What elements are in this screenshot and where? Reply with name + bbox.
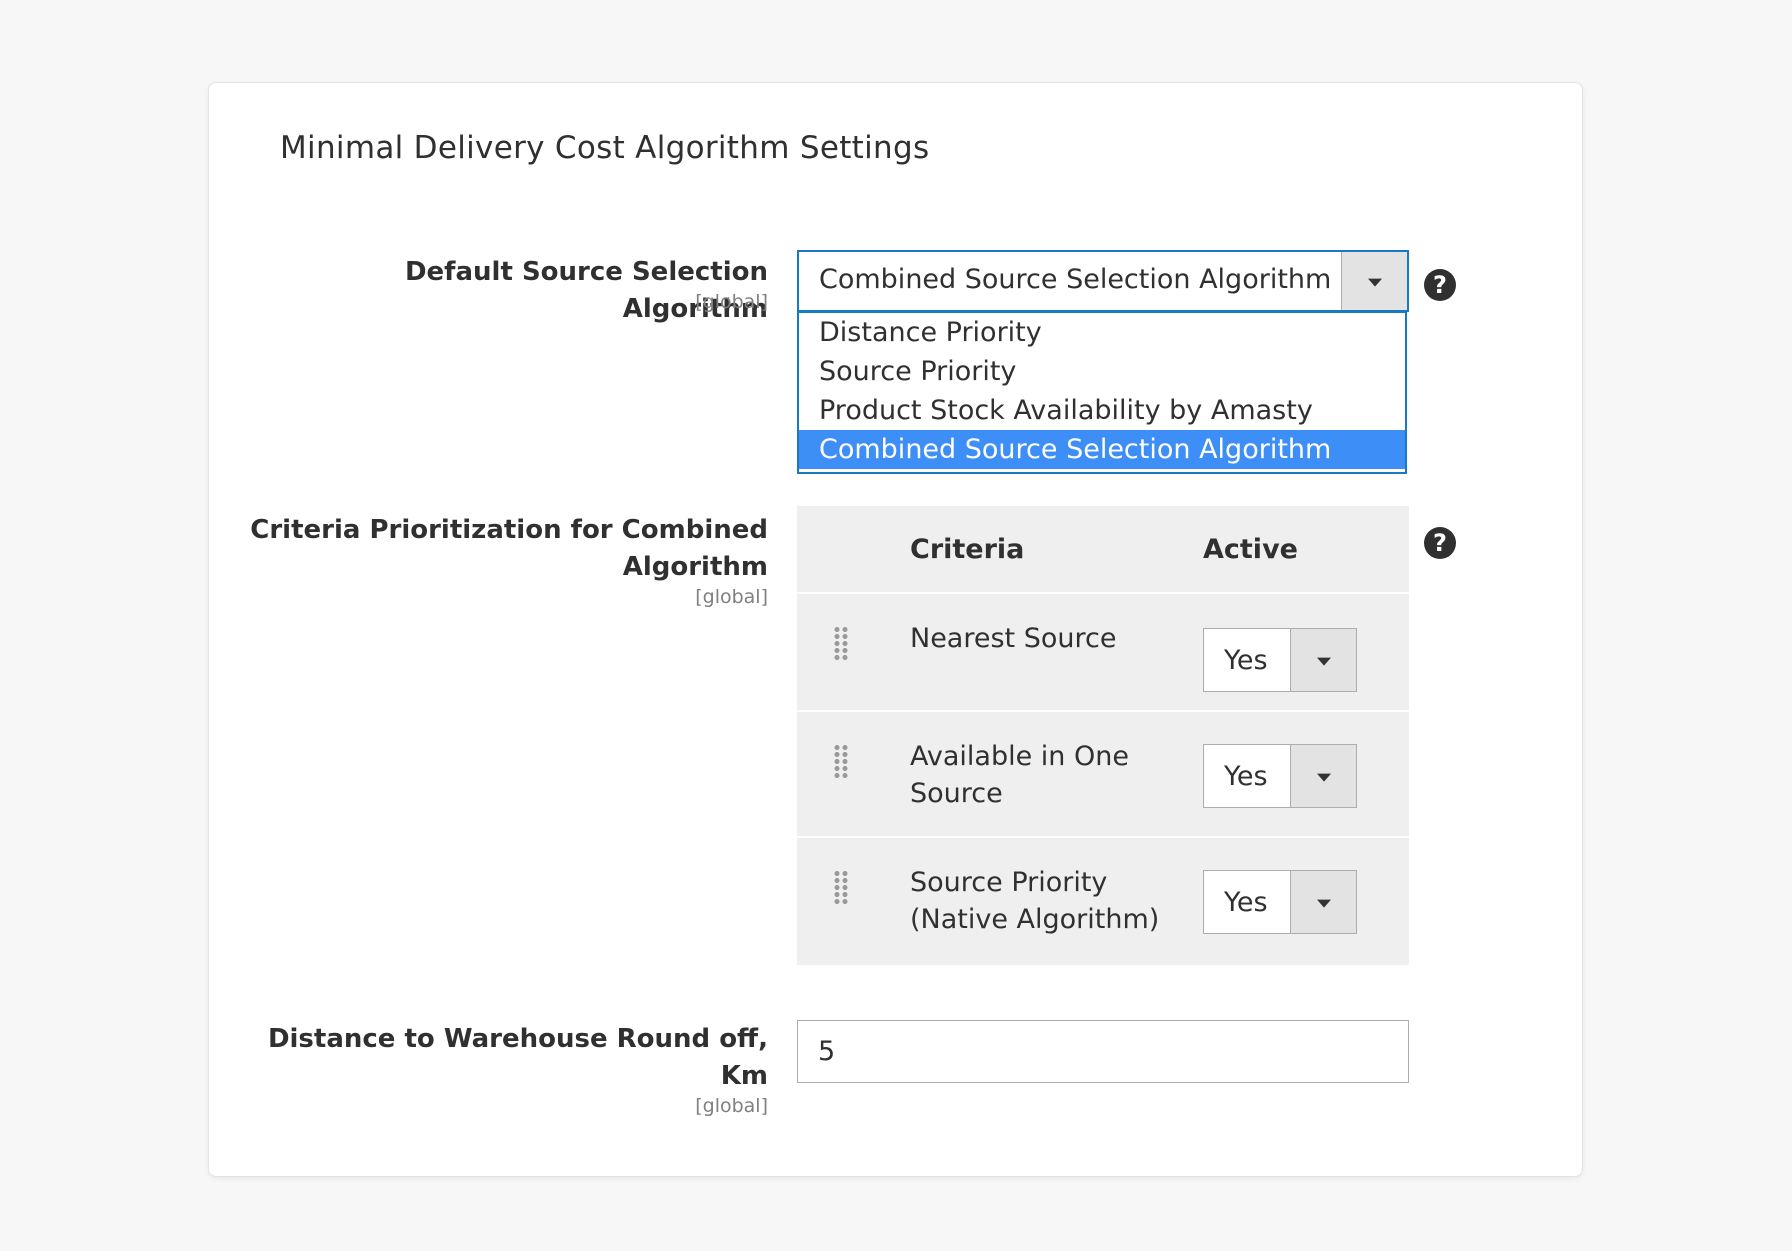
active-select[interactable]: Yes [1203,744,1357,808]
option-distance-priority[interactable]: Distance Priority [799,313,1405,352]
drag-handle-icon[interactable] [833,744,849,780]
active-column-header: Active [1203,534,1298,565]
criteria-name-line2: (Native Algorithm) [910,904,1160,935]
active-select[interactable]: Yes [1203,628,1357,692]
option-combined-algorithm[interactable]: Combined Source Selection Algorithm [799,430,1405,469]
section-title: Minimal Delivery Cost Algorithm Settings [280,130,930,166]
distance-roundoff-input[interactable]: 5 [797,1020,1409,1083]
active-select-button[interactable] [1290,871,1356,933]
distance-scope: [global] [695,1095,768,1117]
active-select-button[interactable] [1290,745,1356,807]
active-select[interactable]: Yes [1203,870,1357,934]
table-row: Available in One Source Yes [797,714,1409,838]
active-select-button[interactable] [1290,629,1356,691]
criteria-label-line2: Algorithm [622,552,768,582]
table-row: Source Priority (Native Algorithm) Yes [797,840,1409,965]
distance-label-line1: Distance to Warehouse Round off, [267,1024,768,1054]
criteria-label-line1: Criteria Prioritization for Combined [250,515,768,545]
default-algorithm-dropdown-button[interactable] [1341,252,1407,310]
distance-roundoff-value: 5 [818,1036,836,1067]
table-row: Nearest Source Yes [797,596,1409,712]
default-algorithm-options-list: Distance Priority Source Priority Produc… [797,312,1407,474]
criteria-name: Available in One Source [910,738,1170,812]
criteria-name: Nearest Source [910,620,1170,657]
question-circle-icon[interactable]: ? [1424,269,1456,301]
default-algorithm-scope: [global] [695,291,768,313]
question-circle-icon[interactable]: ? [1424,527,1456,559]
criteria-name-line1: Nearest Source [910,623,1117,654]
chevron-down-icon [1316,657,1331,666]
option-source-priority[interactable]: Source Priority [799,352,1405,391]
chevron-down-icon [1367,278,1382,287]
criteria-name-line1: Source Priority [910,867,1108,898]
criteria-column-header: Criteria [910,534,1025,565]
chevron-down-icon [1316,899,1331,908]
active-select-value: Yes [1224,761,1268,792]
active-select-value: Yes [1224,887,1268,918]
drag-handle-icon[interactable] [833,626,849,662]
criteria-scope: [global] [695,586,768,608]
active-select-value: Yes [1224,645,1268,676]
chevron-down-icon [1316,773,1331,782]
criteria-name-line1: Available in One [910,741,1129,772]
default-algorithm-selected-value: Combined Source Selection Algorithm [819,264,1332,295]
criteria-table: Criteria Active Nearest Source Yes Avail… [797,506,1409,965]
default-algorithm-select[interactable]: Combined Source Selection Algorithm [797,250,1409,312]
option-product-stock-availability[interactable]: Product Stock Availability by Amasty [799,391,1405,430]
criteria-name-line2: Source [910,778,1003,809]
distance-label-line2: Km [720,1061,768,1091]
criteria-name: Source Priority (Native Algorithm) [910,864,1170,938]
criteria-table-header: Criteria Active [797,506,1409,594]
drag-handle-icon[interactable] [833,870,849,906]
